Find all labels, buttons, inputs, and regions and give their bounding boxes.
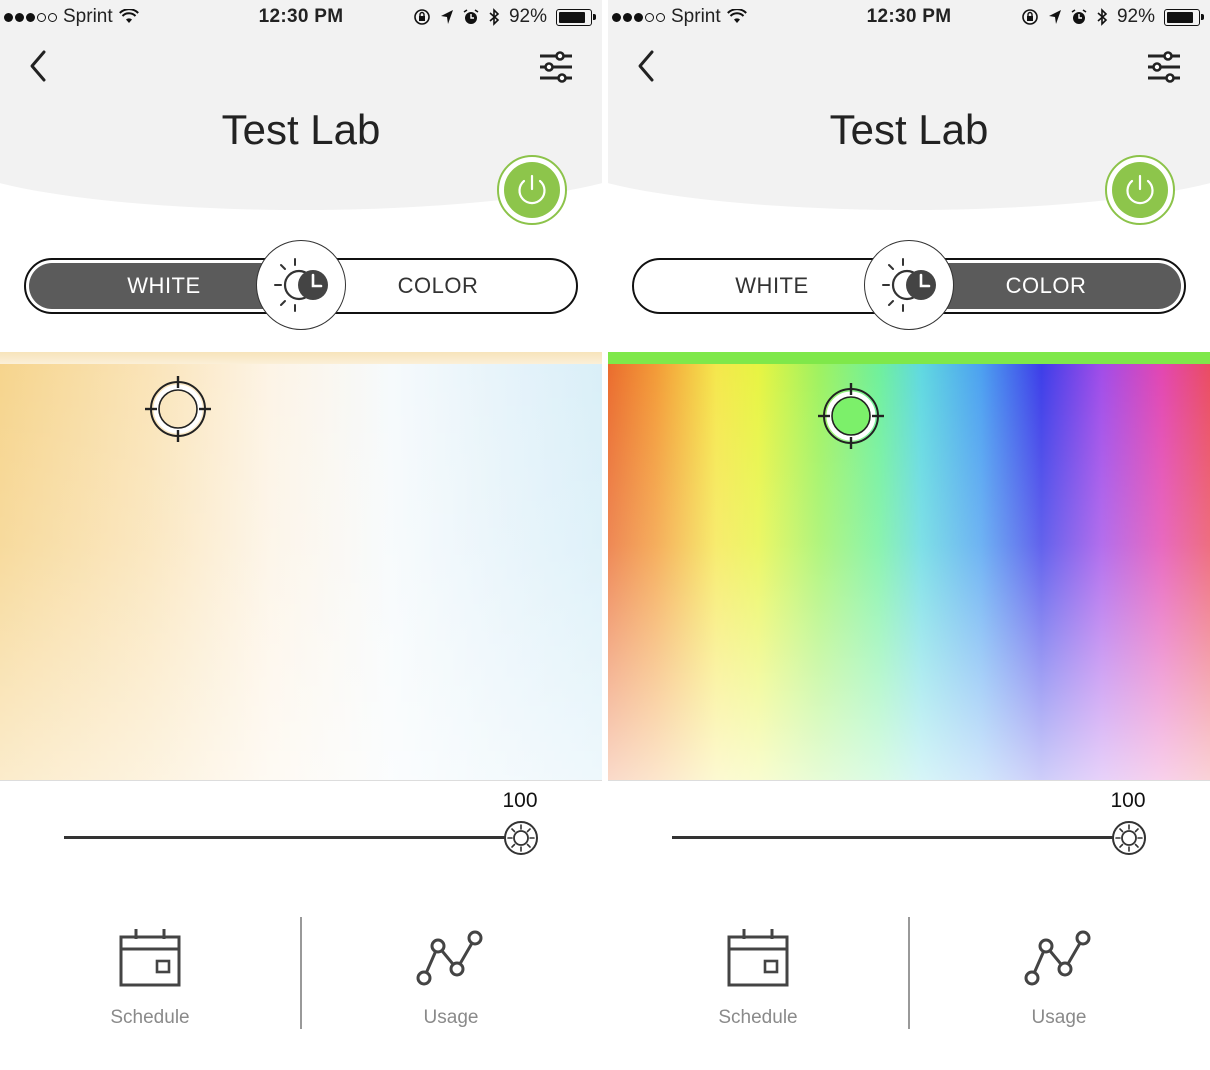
sun-moon-clock-icon	[882, 258, 936, 312]
screen-color-mode: Sprint 12:30 PM 92% Test Lab WHITE COLOR	[608, 0, 1210, 1070]
picker-divider	[608, 780, 1210, 781]
schedule-mode-knob[interactable]	[256, 240, 346, 330]
location-arrow-icon	[1048, 10, 1061, 24]
nav-divider	[908, 917, 910, 1029]
back-chevron-icon[interactable]	[22, 46, 62, 86]
status-bar: Sprint 12:30 PM 92%	[608, 0, 1210, 34]
schedule-label: Schedule	[718, 1007, 798, 1028]
schedule-button[interactable]: Schedule	[50, 925, 250, 1035]
power-icon	[518, 174, 546, 205]
power-button-fill	[1112, 162, 1168, 218]
brightness-sun-icon[interactable]	[1111, 820, 1147, 856]
brightness-value: 100	[1110, 789, 1146, 812]
power-icon	[1126, 174, 1154, 205]
battery-percent: 92%	[1116, 6, 1155, 27]
status-bar: Sprint 12:30 PM 92%	[0, 0, 602, 34]
picker-top-strip	[608, 352, 1210, 364]
alarm-clock-icon	[463, 9, 479, 24]
status-right-icons: 92%	[1021, 6, 1204, 28]
usage-graph-icon	[416, 930, 483, 986]
schedule-mode-knob[interactable]	[864, 240, 954, 330]
white-temperature-picker[interactable]	[0, 352, 602, 780]
brightness-slider-track[interactable]	[64, 836, 520, 839]
usage-label: Usage	[1031, 1007, 1087, 1028]
brightness-slider-track[interactable]	[672, 836, 1128, 839]
lock-rotation-icon	[414, 9, 430, 25]
sliders-settings-icon[interactable]	[536, 48, 576, 88]
calendar-icon	[727, 929, 789, 987]
power-button[interactable]	[1105, 155, 1175, 225]
brightness-value: 100	[502, 789, 538, 812]
sliders-settings-icon[interactable]	[1144, 48, 1184, 88]
usage-button[interactable]: Usage	[351, 925, 551, 1035]
battery-percent: 92%	[508, 6, 547, 27]
battery-icon	[1164, 8, 1204, 26]
usage-button[interactable]: Usage	[959, 925, 1159, 1035]
usage-graph-icon	[1024, 930, 1091, 986]
bluetooth-icon	[489, 8, 500, 26]
power-button[interactable]	[497, 155, 567, 225]
schedule-label: Schedule	[110, 1007, 190, 1028]
usage-label: Usage	[423, 1007, 479, 1028]
sun-moon-clock-icon	[274, 258, 328, 312]
crosshair-icon[interactable]	[818, 383, 884, 449]
status-right-icons: 92%	[413, 6, 596, 28]
calendar-icon	[119, 929, 181, 987]
brightness-sun-icon[interactable]	[503, 820, 539, 856]
schedule-button[interactable]: Schedule	[658, 925, 858, 1035]
nav-divider	[300, 917, 302, 1029]
page-title: Test Lab	[221, 106, 381, 153]
page-title: Test Lab	[829, 106, 989, 153]
bluetooth-icon	[1097, 8, 1108, 26]
alarm-clock-icon	[1071, 9, 1087, 24]
picker-divider	[0, 780, 602, 781]
battery-icon	[556, 8, 596, 26]
color-hue-picker[interactable]	[608, 352, 1210, 780]
picker-top-strip	[0, 352, 602, 364]
screen-white-mode: Sprint 12:30 PM 92% Test Lab WHITE COLOR	[0, 0, 602, 1070]
crosshair-icon[interactable]	[145, 376, 211, 442]
power-button-fill	[504, 162, 560, 218]
lock-rotation-icon	[1022, 9, 1038, 25]
back-chevron-icon[interactable]	[630, 46, 670, 86]
location-arrow-icon	[440, 10, 453, 24]
